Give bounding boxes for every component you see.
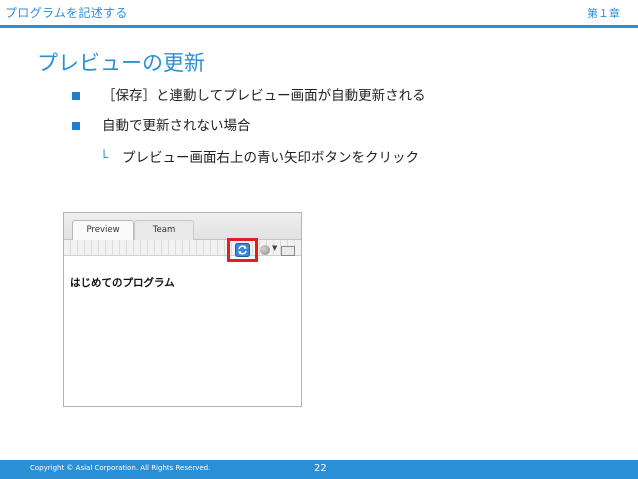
bullet-marker [72, 122, 80, 130]
options-icon[interactable] [260, 245, 270, 255]
slide-header: プログラムを記述する 第１章 [0, 0, 638, 25]
bullet-marker [72, 92, 80, 100]
sub-bullet: └ プレビュー画面右上の青い矢印ボタンをクリック [100, 148, 419, 168]
caret-down-icon[interactable]: ▼ [272, 244, 277, 252]
preview-content-text: はじめてのプログラム [70, 277, 175, 289]
chapter-label: 第１章 [587, 7, 620, 20]
copyright-text: Copyright © Asial Corporation. All Right… [30, 464, 211, 472]
sub-bullet-marker: └ [100, 150, 109, 166]
bullet-text: 自動で更新されない場合 [102, 118, 251, 134]
tab-team[interactable]: Team [134, 220, 194, 240]
sub-bullet-text: プレビュー画面右上の青い矢印ボタンをクリック [122, 150, 419, 166]
slide-footer: Copyright © Asial Corporation. All Right… [0, 460, 638, 479]
tab-preview[interactable]: Preview [72, 220, 134, 241]
window-icon[interactable] [281, 246, 295, 256]
refresh-highlight-box [227, 238, 258, 262]
tab-bar: Preview Team [64, 213, 301, 241]
bullet-text: ［保存］と連動してプレビュー画面が自動更新される [102, 88, 426, 104]
preview-panel-screenshot: Preview Team ▼ はじめてのプログラム [63, 212, 302, 407]
header-divider [0, 25, 638, 28]
section-title: プログラムを記述する [5, 6, 128, 20]
slide-title: プレビューの更新 [37, 51, 205, 75]
page-number: 22 [314, 463, 327, 474]
